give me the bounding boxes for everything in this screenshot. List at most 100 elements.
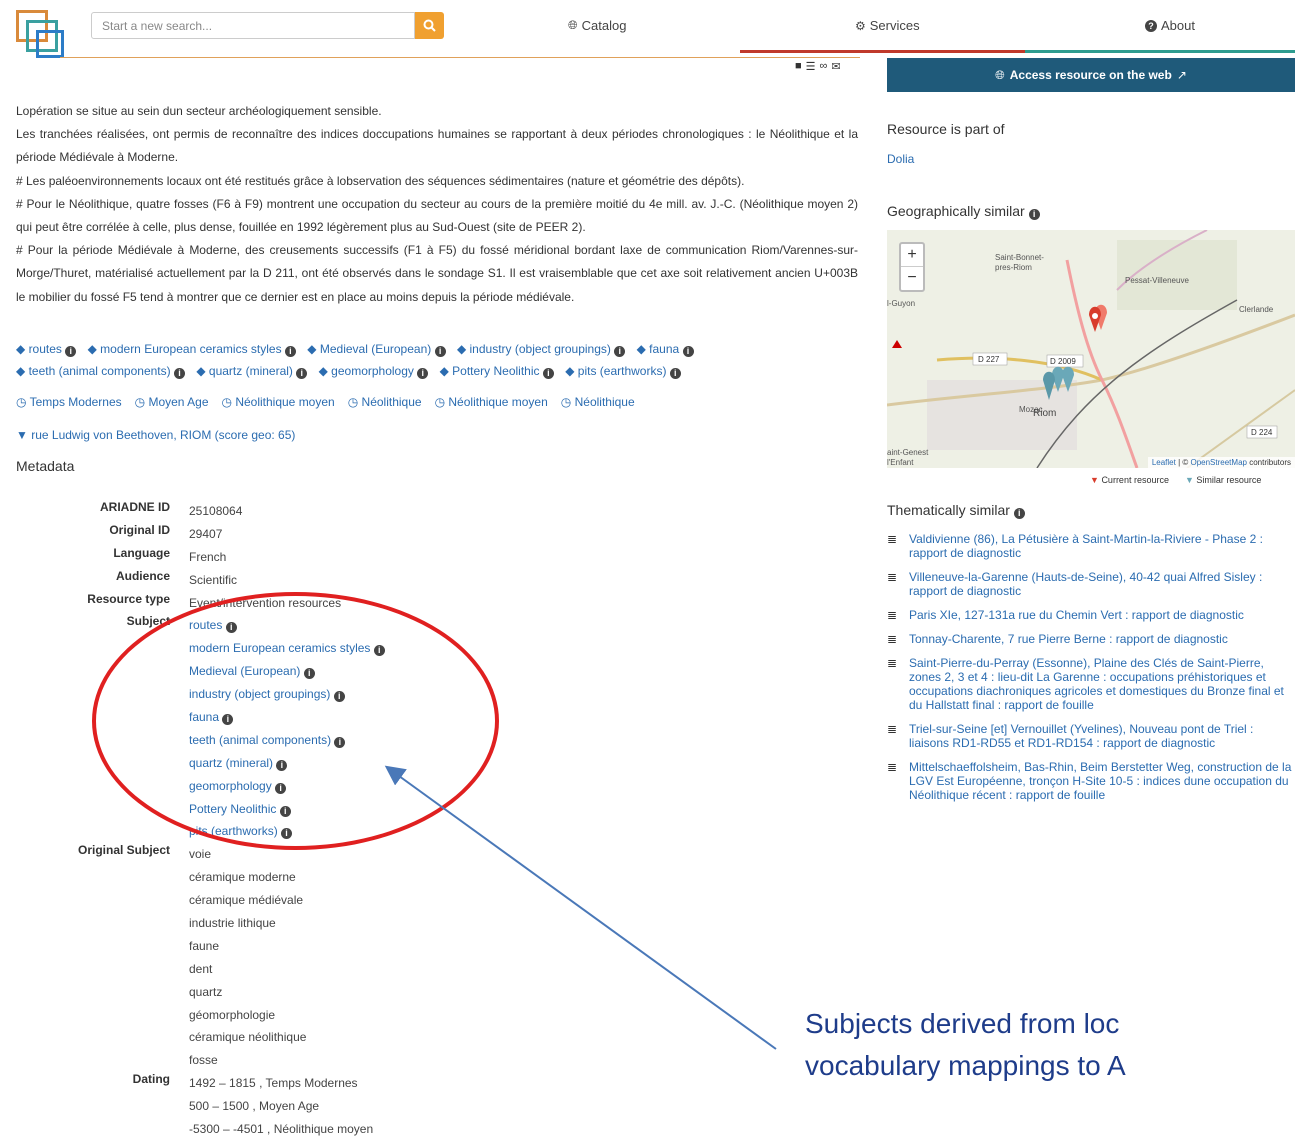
period-tag[interactable]: ◷ Temps Modernes bbox=[16, 395, 122, 409]
metadata-row-ariadne-id: ARIADNE ID 25108064 bbox=[99, 500, 243, 518]
period-tag[interactable]: ◷ Néolithique moyen bbox=[435, 395, 548, 409]
info-icon[interactable]: i bbox=[614, 346, 626, 357]
info-icon[interactable]: i bbox=[275, 782, 287, 794]
info-icon[interactable]: i bbox=[173, 368, 185, 379]
period-tag[interactable]: ◷ Moyen Age bbox=[135, 395, 209, 409]
list-item[interactable]: ≣ Triel-sur-Seine [et] Vernouillet (Yveli… bbox=[887, 722, 1295, 750]
subject-tag[interactable]: ◆ teeth (animal components) i bbox=[16, 364, 185, 379]
info-icon[interactable]: i bbox=[669, 368, 681, 379]
subject-tag[interactable]: ◆ industry (object groupings) i bbox=[457, 342, 626, 357]
info-icon[interactable]: i bbox=[333, 691, 345, 703]
zoom-in-button[interactable]: + bbox=[901, 244, 923, 267]
document-list-icon: ≣ bbox=[887, 570, 898, 584]
description-paragraph: # Pour la période Médiévale à Moderne, d… bbox=[16, 243, 858, 304]
subject-link[interactable]: fauna bbox=[189, 710, 219, 724]
subject-tag[interactable]: ◆ fauna i bbox=[637, 342, 694, 357]
info-icon[interactable]: i bbox=[279, 805, 291, 817]
subject-link[interactable]: Medieval (European) bbox=[189, 664, 300, 678]
annotation-text: Subjects derived from loc vocabulary map… bbox=[805, 1008, 1126, 1081]
gear-icon: ⚙ bbox=[855, 18, 866, 33]
part-of-heading: Resource is part of bbox=[887, 121, 1005, 137]
map-legend: ▼ Current resource ▼ Similar resource bbox=[1090, 475, 1261, 485]
file-icon[interactable]: ■ bbox=[795, 60, 802, 73]
subject-tag[interactable]: ◆ routes i bbox=[16, 342, 77, 357]
info-icon[interactable]: i bbox=[417, 368, 429, 379]
document-actions: ■ ☰ ∞ ✉ bbox=[795, 60, 841, 73]
document-list-icon: ≣ bbox=[887, 532, 898, 546]
info-icon[interactable]: i bbox=[1013, 508, 1025, 519]
list-item[interactable]: ≣ Valdivienne (86), La Pétusière à Saint-… bbox=[887, 532, 1295, 560]
legend-current: ▼ Current resource bbox=[1090, 475, 1169, 485]
subject-link[interactable]: teeth (animal components) bbox=[189, 733, 331, 747]
map-view[interactable]: Saint-Bonnet- pres-Riom Pessat-Villeneuv… bbox=[887, 230, 1295, 468]
info-icon[interactable]: i bbox=[222, 714, 234, 726]
map-label: D 227 bbox=[978, 355, 1000, 364]
list-item[interactable]: ≣ Paris XIe, 127-131a rue du Chemin Vert … bbox=[887, 608, 1295, 622]
list-item[interactable]: ≣ Mittelschaeffolsheim, Bas-Rhin, Beim Be… bbox=[887, 760, 1295, 802]
info-icon[interactable]: i bbox=[225, 622, 237, 634]
subject-tag[interactable]: ◆ quartz (mineral) i bbox=[196, 364, 308, 379]
metadata-row-subject: Subject routes i modern European ceramic… bbox=[40, 614, 460, 843]
info-icon[interactable]: i bbox=[682, 346, 694, 357]
map-marker-icon: ▼ bbox=[16, 428, 28, 442]
document-list-icon: ≣ bbox=[887, 656, 898, 670]
list-item[interactable]: ≣ Tonnay-Charente, 7 rue Pierre Berne : r… bbox=[887, 632, 1295, 646]
info-icon[interactable]: i bbox=[303, 668, 315, 680]
subject-link[interactable]: Pottery Neolithic bbox=[189, 802, 276, 816]
globe-icon: 🌐︎ bbox=[995, 67, 1005, 82]
thematic-similar-list: ≣ Valdivienne (86), La Pétusière à Saint-… bbox=[887, 532, 1295, 812]
subject-tag[interactable]: ◆ Pottery Neolithic i bbox=[440, 364, 554, 379]
period-tag[interactable]: ◷ Néolithique moyen bbox=[222, 395, 335, 409]
access-resource-button[interactable]: 🌐︎ Access resource on the web ↗ bbox=[887, 58, 1295, 92]
map-label: aint-Genest l'Enfant bbox=[887, 448, 929, 467]
search-button[interactable] bbox=[415, 12, 444, 39]
link-icon[interactable]: ∞ bbox=[820, 60, 828, 73]
info-icon[interactable]: i bbox=[542, 368, 554, 379]
nav-catalog[interactable]: 🌐︎ Catalog bbox=[568, 18, 626, 33]
zoom-out-button[interactable]: − bbox=[901, 267, 923, 289]
subject-tag[interactable]: ◆ geomorphology i bbox=[319, 364, 429, 379]
description-paragraph: Les tranchées réalisées, ont permis de r… bbox=[16, 127, 858, 165]
metadata-heading: Metadata bbox=[16, 458, 75, 474]
search-input[interactable] bbox=[91, 12, 415, 39]
leaflet-link[interactable]: Leaflet bbox=[1152, 458, 1176, 467]
list-icon[interactable]: ☰ bbox=[806, 60, 816, 73]
info-icon[interactable]: i bbox=[65, 346, 77, 357]
map-label: Saint-Bonnet- pres-Riom bbox=[995, 253, 1044, 272]
list-item[interactable]: ≣ Villeneuve-la-Garenne (Hauts-de-Seine),… bbox=[887, 570, 1295, 598]
info-icon[interactable]: i bbox=[276, 759, 288, 771]
location-tag[interactable]: ▼ rue Ludwig von Beethoven, RIOM (score … bbox=[16, 428, 295, 442]
map-tiles bbox=[887, 230, 1295, 468]
info-icon[interactable]: i bbox=[281, 828, 293, 840]
document-list-icon: ≣ bbox=[887, 722, 898, 736]
attribution-text: contributors bbox=[1249, 458, 1291, 467]
list-item[interactable]: ≣ Saint-Pierre-du-Perray (Essonne), Plain… bbox=[887, 656, 1295, 712]
info-icon[interactable]: i bbox=[334, 736, 346, 748]
globe-icon: 🌐︎ bbox=[568, 18, 578, 32]
envelope-icon[interactable]: ✉ bbox=[831, 60, 840, 73]
metadata-row-original-subject: Original Subject voie céramique moderne … bbox=[77, 843, 307, 1068]
period-tag[interactable]: ◷ Néolithique bbox=[348, 395, 422, 409]
info-icon[interactable]: i bbox=[373, 645, 385, 657]
subject-link[interactable]: industry (object groupings) bbox=[189, 687, 330, 701]
info-icon[interactable]: i bbox=[284, 346, 296, 357]
nav-services[interactable]: ⚙ Services bbox=[855, 18, 920, 33]
subject-link[interactable]: routes bbox=[189, 618, 222, 632]
map-zoom-control: + − bbox=[899, 242, 925, 292]
info-icon[interactable]: i bbox=[434, 346, 446, 357]
info-icon[interactable]: i bbox=[1028, 209, 1040, 220]
info-icon[interactable]: i bbox=[296, 368, 308, 379]
period-tags: ◷ Temps Modernes ◷ Moyen Age ◷ Néolithiq… bbox=[16, 395, 635, 409]
site-logo[interactable] bbox=[14, 8, 72, 60]
subject-link[interactable]: modern European ceramics styles bbox=[189, 641, 370, 655]
subject-link[interactable]: geomorphology bbox=[189, 779, 272, 793]
subject-link[interactable]: pits (earthworks) bbox=[189, 824, 278, 838]
subject-link[interactable]: quartz (mineral) bbox=[189, 756, 273, 770]
subject-tag[interactable]: ◆ Medieval (European) i bbox=[307, 342, 446, 357]
period-tag[interactable]: ◷ Néolithique bbox=[561, 395, 635, 409]
part-of-link[interactable]: Dolia bbox=[887, 152, 914, 166]
subject-tag[interactable]: ◆ pits (earthworks) i bbox=[565, 364, 681, 379]
nav-about[interactable]: ? About bbox=[1145, 18, 1195, 33]
subject-tag[interactable]: ◆ modern European ceramics styles i bbox=[88, 342, 296, 357]
osm-link[interactable]: OpenStreetMap bbox=[1190, 458, 1246, 467]
